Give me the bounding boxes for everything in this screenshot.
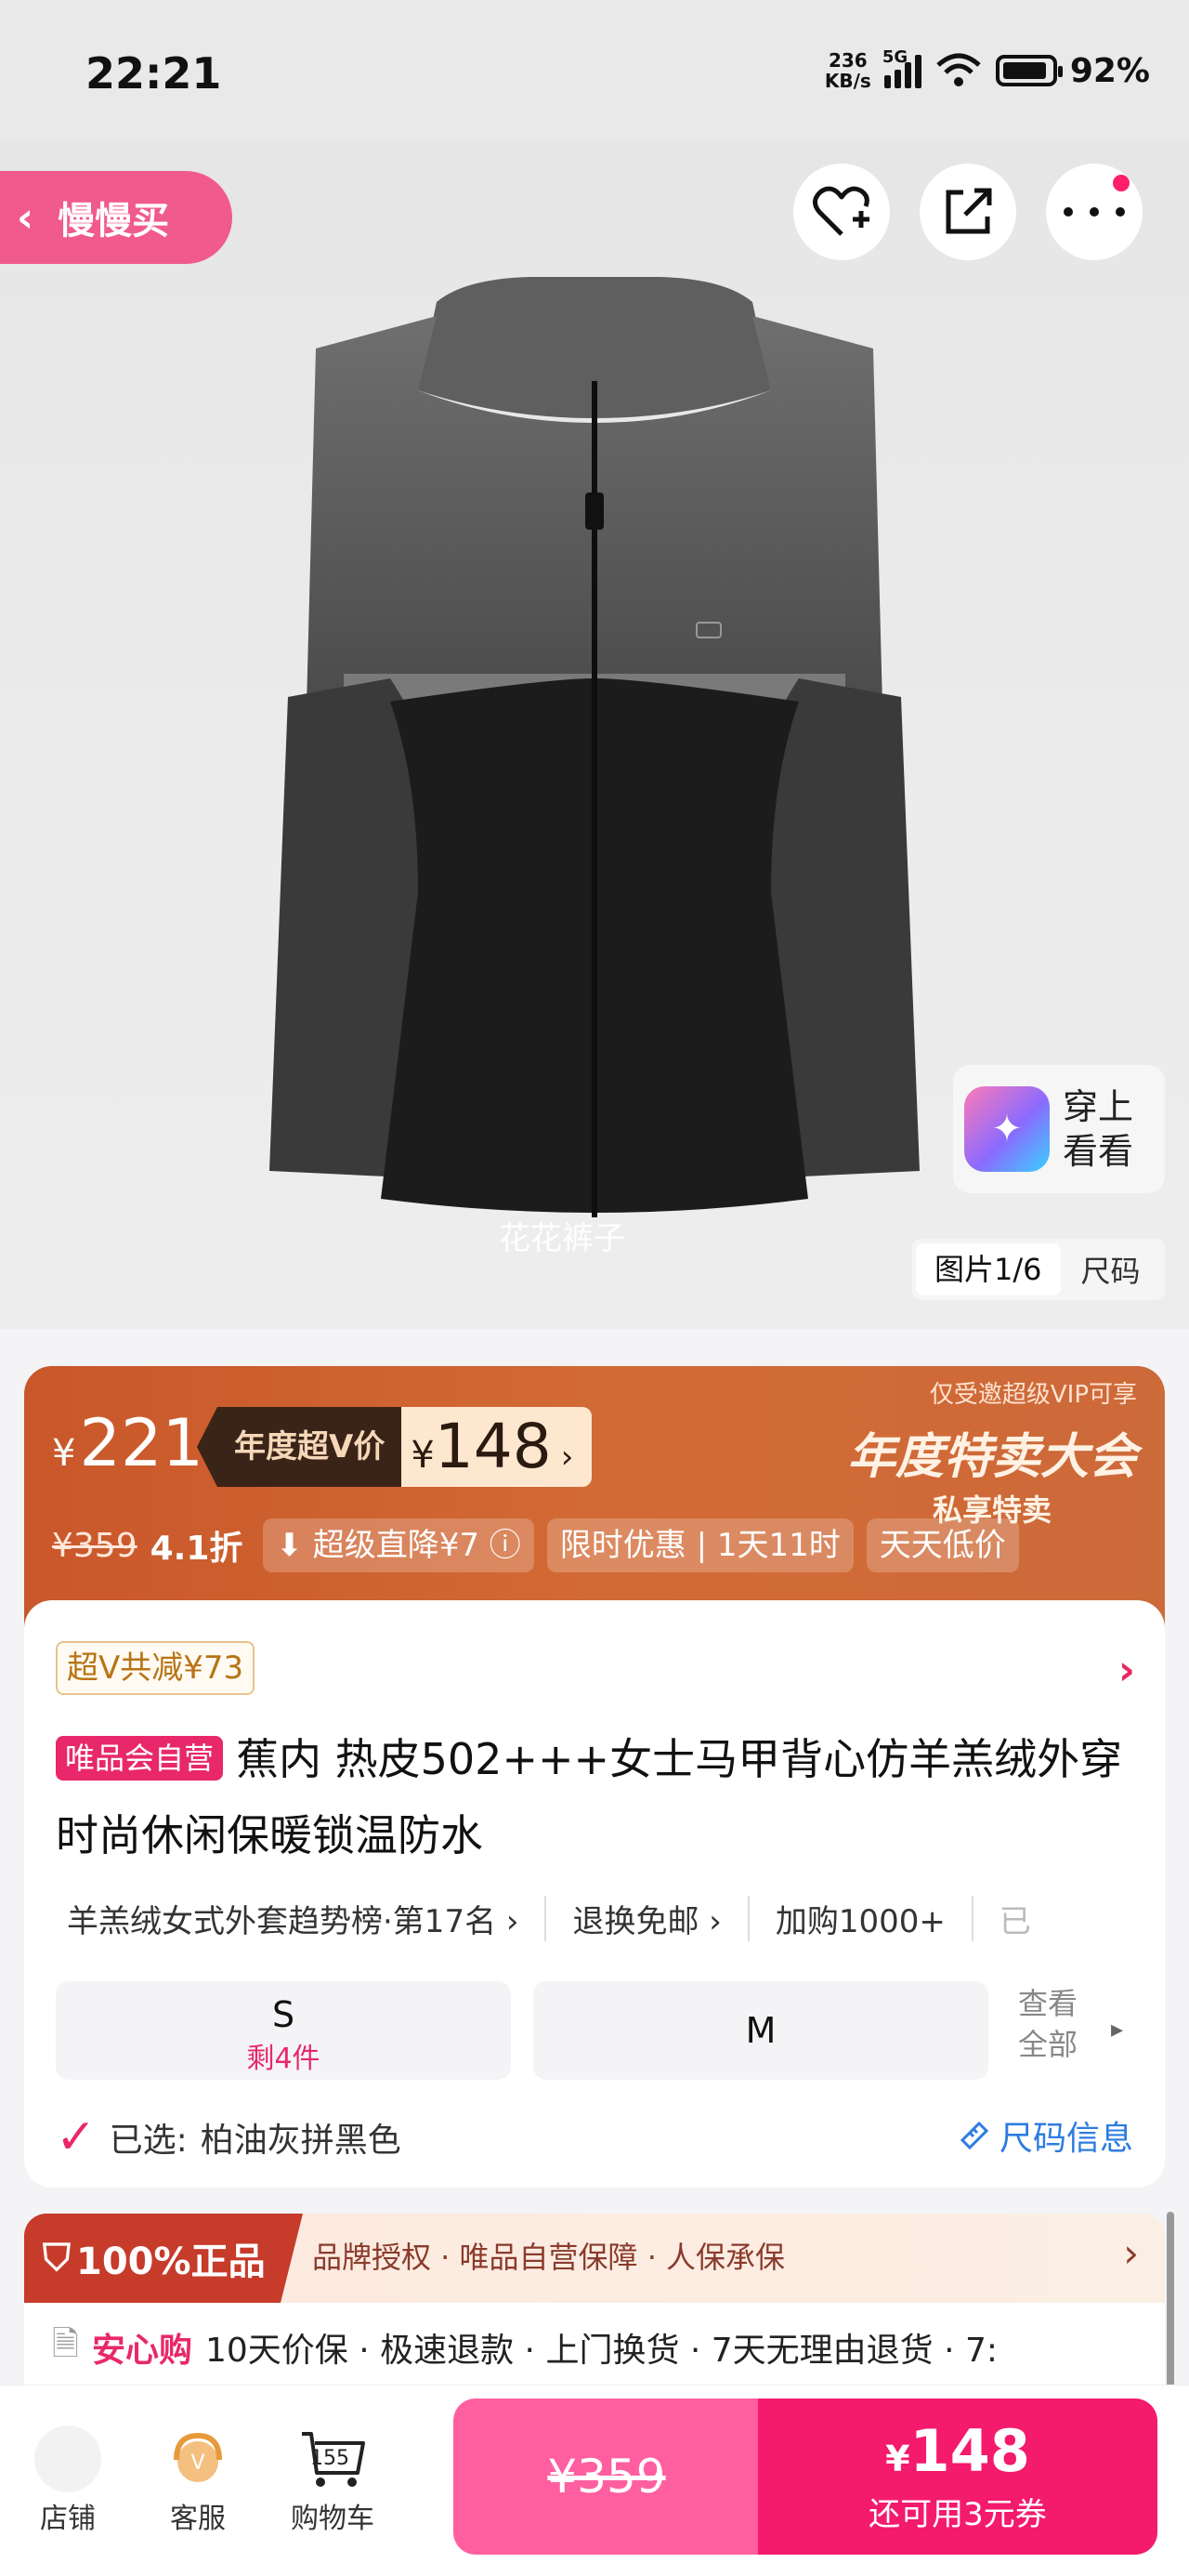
- authenticity-banner[interactable]: ⛉ 100%正品 品牌授权 · 唯品自营保障 · 人保承保 ›: [24, 2214, 1165, 2303]
- product-image: [269, 277, 920, 1217]
- authenticity-text: 品牌授权 · 唯品自营保障 · 人保承保: [312, 2240, 786, 2275]
- more-icon: [1064, 207, 1125, 217]
- caret-right-icon: ▸: [1111, 2016, 1124, 2044]
- service-tab[interactable]: V 客服: [147, 2423, 249, 2536]
- try-on-icon: ✦: [964, 1086, 1050, 1172]
- cart-count-badge: 155: [310, 2447, 349, 2470]
- status-bar: 22:21 236 KB/s 5G 92%: [0, 0, 1189, 139]
- pager-images-tab[interactable]: 图片1/6: [916, 1243, 1061, 1295]
- cart-count-info: 加购1000+: [776, 1896, 973, 1941]
- secure-purchase-label: 安心购: [91, 2332, 192, 2370]
- savings-tag[interactable]: 超Ⅴ共减¥73: [56, 1641, 255, 1695]
- arrow-down-icon: ⬇: [276, 1527, 303, 1564]
- original-price-button[interactable]: ¥359: [453, 2399, 760, 2555]
- ranking-link[interactable]: 羊羔绒女式外套趋势榜·第17名 ›: [67, 1896, 547, 1941]
- customer-service-icon: V: [174, 2432, 222, 2482]
- limited-offer-chip: 限时优惠 | 1天11时: [546, 1518, 854, 1572]
- price-drop-chip[interactable]: ⬇ 超级直降¥7 ⓘ: [263, 1518, 534, 1572]
- status-icons: 236 KB/s 5G 92%: [824, 47, 1150, 92]
- buy-now-button[interactable]: ¥148 还可用3元券: [758, 2399, 1157, 2555]
- product-info-card: 超Ⅴ共减¥73 › 唯品会自营 蕉内 热皮502+++女士马甲背心仿羊羔绒外穿时尚…: [24, 1600, 1165, 2188]
- product-title: 唯品会自营 蕉内 热皮502+++女士马甲背心仿羊羔绒外穿时尚休闲保暖锁温防水: [56, 1734, 1123, 1860]
- store-logo-icon: [34, 2425, 101, 2492]
- more-button[interactable]: [1046, 164, 1143, 260]
- shield-check-icon: ⛉: [43, 2237, 71, 2280]
- scrollbar[interactable]: [1167, 2212, 1174, 2388]
- original-price: ¥359: [52, 1526, 137, 1565]
- product-meta-row: 羊羔绒女式外套趋势榜·第17名 › 退换免邮 › 加购1000+ 已: [67, 1896, 1144, 1941]
- daily-low-chip: 天天低价: [866, 1518, 1019, 1572]
- event-badge: 仅受邀超级VIP可享 年度特卖大会 私享特卖: [846, 1381, 1137, 1528]
- bottom-action-bar: 店铺 V 客服 155 购物车 ¥359 ¥148 还可用3元券: [0, 2385, 1189, 2576]
- free-return-link[interactable]: 退换免邮 ›: [572, 1896, 750, 1941]
- status-time: 22:21: [85, 48, 222, 99]
- secure-purchase-row[interactable]: 🗎 安心购 10天价保 · 极速退款 · 上门换货 · 7天无理由退货 · 7:: [24, 2303, 1165, 2392]
- battery-percent: 92%: [1069, 51, 1150, 90]
- vip-price-tag[interactable]: 年度超V价 ¥ 148 ›: [197, 1407, 593, 1487]
- pager-size-tab[interactable]: 尺码: [1061, 1248, 1141, 1291]
- chevron-left-icon: ‹: [17, 193, 34, 242]
- chevron-right-icon: ›: [1123, 2230, 1139, 2276]
- size-option-m[interactable]: M: [533, 1981, 988, 2080]
- receipt-icon: 🗎: [52, 2324, 79, 2363]
- favorite-button[interactable]: [793, 164, 890, 260]
- chevron-right-icon[interactable]: ›: [1118, 1647, 1135, 1694]
- store-tab[interactable]: 店铺: [17, 2423, 119, 2536]
- image-pager[interactable]: 图片1/6 尺码: [912, 1239, 1165, 1300]
- check-icon: ✓: [56, 2109, 97, 2165]
- notification-dot: [1113, 175, 1130, 191]
- current-price: ¥ 221: [52, 1405, 204, 1481]
- svg-text:V: V: [190, 2451, 204, 2475]
- vip-price: ¥ 148 ›: [401, 1407, 593, 1487]
- vip-label: 年度超V价: [197, 1407, 402, 1487]
- meta-overflow: 已: [999, 1903, 1031, 1940]
- share-button[interactable]: [920, 164, 1016, 260]
- share-icon: [946, 188, 992, 234]
- selected-variant[interactable]: ✓ 已选: 柏油灰拼黑色: [56, 2109, 401, 2165]
- ruler-icon: [960, 2121, 989, 2150]
- back-label: 慢慢买: [58, 200, 170, 243]
- cart-tab[interactable]: 155 购物车: [281, 2423, 385, 2536]
- heart-plus-icon: [813, 186, 869, 236]
- secure-purchase-text: 10天价保 · 极速退款 · 上门换货 · 7天无理由退货 · 7:: [204, 2332, 999, 2370]
- discount-rate: 4.1折: [150, 1530, 243, 1568]
- see-all-sizes-button[interactable]: 查看 全部 ▸: [1018, 1983, 1139, 2065]
- back-button[interactable]: ‹ 慢慢买: [0, 171, 232, 264]
- product-image-gallery[interactable]: 花花裤子 ✦ 穿上 看看 图片1/6 尺码: [0, 139, 1189, 1329]
- promo-details: ¥359 4.1折 ⬇ 超级直降¥7 ⓘ 限时优惠 | 1天11时 天天低价: [52, 1518, 1019, 1572]
- self-operated-tag: 唯品会自营: [56, 1736, 224, 1781]
- authentic-badge: ⛉ 100%正品: [24, 2214, 303, 2303]
- battery-icon: [995, 55, 1063, 86]
- size-info-link[interactable]: 尺码信息: [959, 2111, 1133, 2160]
- try-on-button[interactable]: ✦ 穿上 看看: [953, 1065, 1165, 1193]
- size-option-s[interactable]: S 剩4件: [56, 1981, 511, 2080]
- network-speed: 236 KB/s: [824, 49, 871, 92]
- wifi-icon: [936, 53, 981, 86]
- signal-icon: 5G: [882, 47, 921, 88]
